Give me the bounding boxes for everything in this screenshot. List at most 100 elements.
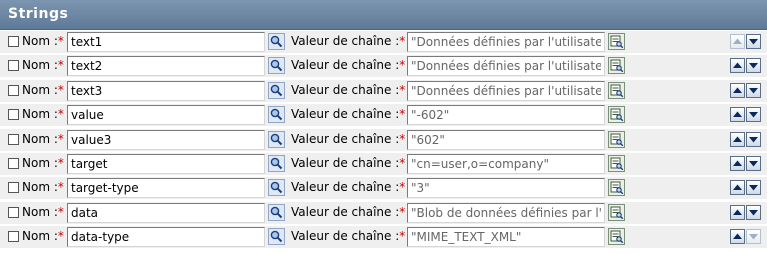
value-label-text: Valeur de chaîne : xyxy=(291,155,400,170)
arrow-down-icon[interactable] xyxy=(746,180,761,196)
name-label-text: Nom : xyxy=(22,34,58,48)
string-value-input[interactable] xyxy=(407,32,605,52)
expression-editor-icon[interactable] xyxy=(608,228,625,246)
name-input[interactable] xyxy=(67,105,265,126)
string-value-input[interactable] xyxy=(407,202,605,223)
string-row: Nom :* Valeur de chaîne :* xyxy=(0,201,767,224)
magnifier-icon[interactable] xyxy=(268,154,285,172)
value-label: Valeur de chaîne :* xyxy=(291,107,405,121)
arrow-up-icon[interactable] xyxy=(730,180,745,196)
name-input[interactable] xyxy=(67,227,265,248)
string-value-input[interactable] xyxy=(407,129,605,150)
expression-editor-icon[interactable] xyxy=(608,203,625,221)
required-mark: * xyxy=(57,107,64,122)
required-mark: * xyxy=(57,180,64,195)
magnifier-icon[interactable] xyxy=(268,33,285,50)
string-value-input[interactable] xyxy=(407,105,605,126)
string-row: Nom :* Valeur de chaîne : * xyxy=(0,128,767,151)
expression-editor-icon[interactable] xyxy=(608,57,625,75)
value-label: Valeur de chaîne :* xyxy=(291,229,405,243)
arrow-down-icon[interactable] xyxy=(746,204,761,220)
arrow-down-icon[interactable] xyxy=(746,155,761,171)
row-checkbox[interactable] xyxy=(8,206,19,218)
name-label: Nom :* xyxy=(22,107,64,121)
required-mark: * xyxy=(399,229,406,244)
arrow-up-icon[interactable] xyxy=(730,155,745,171)
expression-editor-icon[interactable] xyxy=(608,81,625,99)
arrow-up-icon[interactable] xyxy=(730,204,745,220)
required-mark: * xyxy=(57,58,64,73)
arrow-down-icon[interactable] xyxy=(746,82,761,98)
strings-list: Nom :* Valeur de chaîne :* xyxy=(0,31,767,251)
row-checkbox[interactable] xyxy=(8,133,19,145)
magnifier-icon[interactable] xyxy=(268,130,285,148)
arrow-up-icon[interactable] xyxy=(730,107,745,123)
value-label-text: Valeur de chaîne : xyxy=(291,204,400,219)
required-mark: * xyxy=(57,155,64,170)
name-label: Nom :* xyxy=(22,58,64,72)
name-input[interactable] xyxy=(67,80,265,101)
name-input[interactable] xyxy=(67,129,265,150)
string-value-input[interactable] xyxy=(407,56,605,77)
string-value-input[interactable] xyxy=(407,227,605,248)
value-label-text: Valeur de chaîne : xyxy=(291,180,400,195)
expression-editor-icon[interactable] xyxy=(608,106,625,124)
row-checkbox[interactable] xyxy=(8,182,19,194)
string-row: Nom :* Valeur de chaîne : * xyxy=(0,152,767,175)
row-checkbox[interactable] xyxy=(8,36,19,47)
panel-header: Strings xyxy=(0,0,767,30)
name-input[interactable] xyxy=(67,202,265,223)
string-row: Nom :* Valeur de chaîne :* xyxy=(0,55,767,78)
required-mark: * xyxy=(399,180,406,195)
arrow-up-icon[interactable] xyxy=(730,82,745,98)
arrow-down-icon[interactable] xyxy=(746,58,761,74)
expression-editor-icon[interactable] xyxy=(608,179,625,197)
magnifier-icon[interactable] xyxy=(268,179,285,197)
arrow-down-icon[interactable] xyxy=(746,107,761,123)
expression-editor-icon[interactable] xyxy=(608,33,625,50)
string-value-input[interactable] xyxy=(407,153,605,174)
required-mark: * xyxy=(399,58,406,73)
string-value-input[interactable] xyxy=(407,80,605,101)
name-label: Nom :* xyxy=(22,229,64,243)
name-input[interactable] xyxy=(67,56,265,77)
value-label-text: Valeur de chaîne : xyxy=(291,131,400,146)
name-input[interactable] xyxy=(67,32,265,52)
name-label: Nom :* xyxy=(22,156,64,170)
name-label-text: Nom : xyxy=(22,155,58,170)
arrow-down-icon[interactable] xyxy=(746,131,761,147)
name-label-text: Nom : xyxy=(22,107,58,122)
expression-editor-icon[interactable] xyxy=(608,154,625,172)
value-label-text: Valeur de chaîne : xyxy=(291,229,400,244)
row-checkbox[interactable] xyxy=(8,157,19,169)
string-row: Nom :* Valeur de chaîne : * xyxy=(0,31,767,53)
row-checkbox[interactable] xyxy=(8,60,19,72)
name-label: Nom :* xyxy=(22,34,64,48)
name-input[interactable] xyxy=(67,153,265,174)
arrow-down-icon[interactable] xyxy=(746,34,761,49)
required-mark: * xyxy=(57,82,64,97)
magnifier-icon[interactable] xyxy=(268,57,285,75)
magnifier-icon[interactable] xyxy=(268,203,285,221)
required-mark: * xyxy=(57,34,64,48)
arrow-up-icon[interactable] xyxy=(730,131,745,147)
row-checkbox[interactable] xyxy=(8,231,19,243)
arrow-up-icon xyxy=(730,34,745,49)
row-checkbox[interactable] xyxy=(8,109,19,121)
required-mark: * xyxy=(57,131,64,146)
string-value-input[interactable] xyxy=(407,178,605,199)
name-input[interactable] xyxy=(67,178,265,199)
magnifier-icon[interactable] xyxy=(268,106,285,124)
value-label-text: Valeur de chaîne : xyxy=(291,82,400,97)
row-checkbox[interactable] xyxy=(8,84,19,96)
name-label: Nom :* xyxy=(22,132,64,146)
expression-editor-icon[interactable] xyxy=(608,130,625,148)
arrow-up-icon[interactable] xyxy=(730,58,745,74)
magnifier-icon[interactable] xyxy=(268,228,285,246)
arrow-up-icon[interactable] xyxy=(730,229,745,245)
name-label-text: Nom : xyxy=(22,229,58,244)
magnifier-icon[interactable] xyxy=(268,81,285,99)
value-label-text: Valeur de chaîne : xyxy=(291,34,400,48)
value-label: Valeur de chaîne :* xyxy=(291,180,405,194)
name-label-text: Nom : xyxy=(22,82,58,97)
